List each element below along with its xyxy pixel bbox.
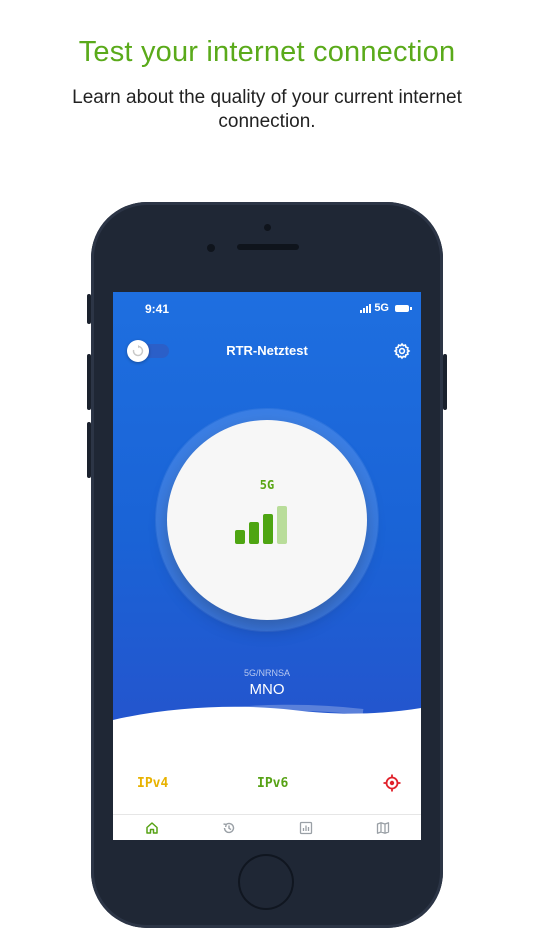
ipv4-indicator[interactable]: IPv4 [137, 776, 168, 791]
map-icon [376, 822, 389, 834]
phone-sensor [264, 224, 271, 231]
statistics-icon [299, 821, 312, 835]
signal-bar [263, 514, 273, 544]
phone-volume-down [87, 422, 91, 478]
bottom-panel: IPv4 IPv6 [113, 704, 421, 840]
signal-strength-icon [235, 504, 287, 544]
network-type-label: 5G/NRNSA [243, 668, 290, 678]
technology-label: 5G [259, 478, 275, 492]
phone-home-button[interactable] [238, 854, 294, 910]
phone-speaker [237, 244, 299, 250]
tab-history[interactable] [221, 820, 237, 836]
battery-icon [395, 304, 412, 312]
ipv6-indicator[interactable]: IPv6 [257, 776, 288, 791]
app-screen: 9:41 5G RTR-Netztest 5G 5G/NRNSA MNO IPv… [113, 292, 421, 840]
location-target-icon[interactable] [383, 774, 401, 792]
operator-name: MNO [249, 681, 285, 698]
signal-bar [235, 530, 245, 544]
cellular-signal-icon [360, 303, 372, 313]
signal-bar [249, 522, 259, 544]
status-indicators: 5G [360, 302, 412, 314]
status-time: 9:41 [145, 302, 170, 316]
tab-bar [113, 814, 421, 840]
headline: Test your internet connection [78, 36, 456, 68]
start-test-dial[interactable]: 5G [167, 420, 367, 620]
phone-camera [207, 244, 215, 252]
wave-divider [113, 704, 421, 730]
app-title: RTR-Netztest [226, 343, 308, 358]
phone-power-button [443, 354, 447, 410]
phone-frame: 9:41 5G RTR-Netztest 5G 5G/NRNSA MNO IPv… [87, 202, 447, 928]
history-icon [222, 822, 234, 834]
tab-home[interactable] [144, 820, 160, 836]
signal-bar [277, 506, 287, 544]
home-icon [145, 822, 158, 834]
phone-volume-up [87, 354, 91, 410]
phone-mute-switch [87, 294, 91, 324]
tab-statistics[interactable] [298, 820, 314, 836]
settings-gear-icon[interactable] [393, 342, 411, 360]
tab-map[interactable] [375, 820, 391, 836]
subline: Learn about the quality of your current … [72, 87, 462, 132]
status-network-label: 5G [374, 302, 389, 314]
